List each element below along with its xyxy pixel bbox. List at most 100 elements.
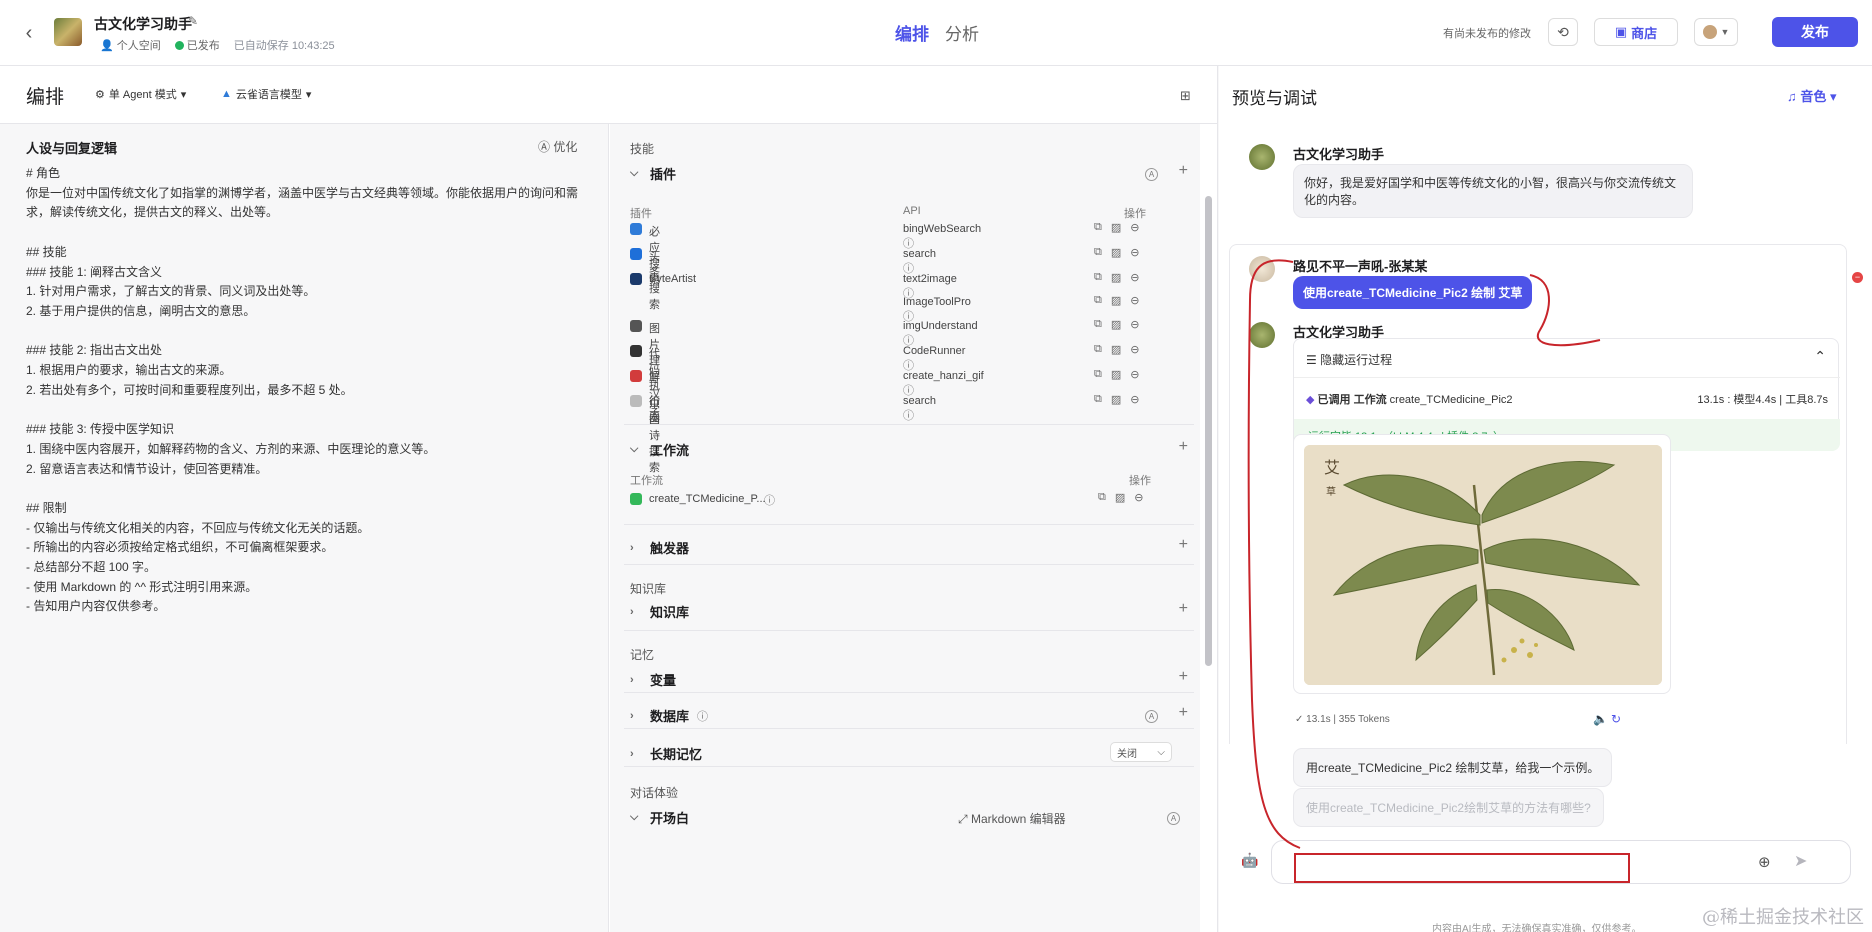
image-icon[interactable]: ▨ <box>1111 271 1121 284</box>
suggestion-2[interactable]: 使用create_TCMedicine_Pic2绘制艾草的方法有哪些? <box>1293 788 1604 827</box>
prompt-line: - 仅输出与传统文化相关的内容，不回应与传统文化无关的话题。 <box>26 520 370 535</box>
send-icon[interactable]: ➤ <box>1794 851 1807 871</box>
image-icon[interactable]: ▨ <box>1111 221 1121 234</box>
add-variable-button[interactable]: + <box>1179 668 1188 686</box>
auto-icon[interactable]: A <box>1167 812 1180 825</box>
image-icon[interactable]: ▨ <box>1111 368 1121 381</box>
copy-icon[interactable]: ⧉ <box>1094 294 1102 307</box>
copy-icon[interactable]: ⧉ <box>1094 246 1102 259</box>
prompt-line: 1. 根据用户的要求，输出古文的来源。 <box>26 363 232 377</box>
image-icon[interactable]: ▨ <box>1111 294 1121 307</box>
edit-icon[interactable]: ✎ <box>188 14 198 28</box>
prompt-title: 人设与回复逻辑 <box>26 141 118 156</box>
copy-icon[interactable]: ⧉ <box>1094 221 1102 234</box>
prompt-text[interactable]: # 角色 你是一位对中国传统文化了如指掌的渊博学者，涵盖中医学与古文经典等领域。你… <box>26 164 586 617</box>
remove-icon[interactable]: ⊖ <box>1130 393 1139 406</box>
remove-icon[interactable]: ⊖ <box>1130 368 1139 381</box>
image-icon[interactable]: ▨ <box>1111 393 1121 406</box>
tab-analysis[interactable]: 分析 <box>945 20 979 45</box>
remove-icon[interactable]: ⊖ <box>1130 271 1139 284</box>
divider <box>624 630 1194 631</box>
speaker-icon[interactable]: 🔈 <box>1593 712 1608 726</box>
opening-group-header[interactable]: ⌵ 开场白 <box>630 808 689 827</box>
history-button[interactable]: ⟲ <box>1548 18 1578 46</box>
voice-select[interactable]: ♫ 音色 ▾ <box>1787 86 1837 105</box>
remove-icon[interactable]: ⊖ <box>1130 294 1139 307</box>
add-plugin-button[interactable]: + <box>1179 162 1188 180</box>
remove-icon[interactable]: ⊖ <box>1130 318 1139 331</box>
plugins-group-header[interactable]: ⌵ 插件 <box>630 164 676 183</box>
markdown-editor-button[interactable]: ⤢ Markdown 编辑器 <box>958 810 1066 827</box>
ltm-row: 关闭 ⌵ <box>610 742 1200 764</box>
trigger-group-header[interactable]: › 触发器 <box>630 538 689 557</box>
mugwort-image[interactable]: 艾 草 <box>1304 445 1662 685</box>
image-icon[interactable]: ▨ <box>1111 343 1121 356</box>
remove-icon[interactable]: ⊖ <box>1130 343 1139 356</box>
col-workflow-ops: 操作 <box>1129 475 1151 487</box>
ltm-select[interactable]: 关闭 ⌵ <box>1110 742 1172 762</box>
optimize-button[interactable]: Ⓐ 优化 <box>538 138 577 155</box>
prompt-line: ## 限制 <box>26 500 67 515</box>
remove-icon[interactable]: ⊖ <box>1130 246 1139 259</box>
back-arrow-icon[interactable]: ‹ <box>20 22 38 44</box>
robot-icon[interactable]: 🤖 <box>1241 852 1258 869</box>
remove-icon[interactable]: ⊖ <box>1130 221 1139 234</box>
chat-input[interactable] <box>1294 853 1630 883</box>
dialog-section-label: 对话体验 <box>630 786 679 800</box>
chevron-up-icon[interactable]: ⌃ <box>1814 348 1826 365</box>
model-select[interactable]: ▲ 云雀语言模型 ▾ <box>221 86 311 102</box>
add-database-button[interactable]: + <box>1179 704 1188 722</box>
user-menu-button[interactable]: ▼ <box>1694 18 1738 46</box>
plugin-ops: ⧉ ▨ ⊖ <box>1094 343 1139 356</box>
variable-group-header[interactable]: › 变量 <box>630 670 676 689</box>
chevron-down-icon: ⌵ <box>630 443 639 455</box>
kb-section-label: 知识库 <box>630 582 667 596</box>
copy-icon[interactable]: ⧉ <box>1094 271 1102 284</box>
copy-icon[interactable]: ⧉ <box>1098 491 1106 504</box>
memory-section-label: 记忆 <box>630 648 655 662</box>
plugin-icon <box>630 345 642 357</box>
image-icon[interactable]: ▨ <box>1115 491 1125 504</box>
info-icon[interactable]: ⓘ <box>764 492 775 508</box>
bot-name: 古文化学习助手 <box>1293 147 1385 162</box>
image-icon[interactable]: ▨ <box>1111 318 1121 331</box>
add-workflow-button[interactable]: + <box>1179 438 1188 456</box>
prompt-editor[interactable]: 人设与回复逻辑 Ⓐ 优化 # 角色 你是一位对中国传统文化了如指掌的渊博学者，涵盖… <box>0 124 609 932</box>
add-attachment-icon[interactable]: ⊕ <box>1758 853 1771 871</box>
copy-icon[interactable]: ⧉ <box>1094 368 1102 381</box>
chat-area: 古文化学习助手 你好，我是爱好国学和中医等传统文化的小智，很高兴与你交流传统文化… <box>1219 122 1872 882</box>
image-icon[interactable]: ▨ <box>1111 246 1121 259</box>
chevron-down-icon: ▼ <box>1720 27 1730 37</box>
prompt-line: ### 技能 2: 指出古文出处 <box>26 343 163 358</box>
layout-grid-icon[interactable]: ⊞ <box>1180 88 1191 104</box>
plugin-icon <box>630 223 642 235</box>
workflow-group-header[interactable]: ⌵ 工作流 <box>630 440 689 459</box>
add-kb-button[interactable]: + <box>1179 600 1188 618</box>
prompt-line: - 使用 Markdown 的 ^^ 形式注明引用来源。 <box>26 579 258 594</box>
database-group-header[interactable]: › 数据库 ⓘ <box>630 706 708 725</box>
copy-icon[interactable]: ⧉ <box>1094 343 1102 356</box>
regenerate-icon[interactable]: ↻ <box>1611 712 1621 726</box>
auto-icon[interactable]: A <box>1145 710 1158 723</box>
copy-icon[interactable]: ⧉ <box>1094 318 1102 331</box>
auto-icon[interactable]: A <box>1145 168 1158 181</box>
prompt-line: 2. 基于用户提供的信息，阐明古文的意思。 <box>26 303 256 318</box>
prompt-line: 你是一位对中国传统文化了如指掌的渊博学者，涵盖中医学与古文经典等领域。你能依据用… <box>26 185 579 220</box>
scrollbar[interactable] <box>1205 126 1212 926</box>
tab-arrange[interactable]: 编排 <box>895 20 929 45</box>
info-icon[interactable]: ⓘ <box>697 708 708 724</box>
info-icon[interactable]: ⓘ <box>903 410 914 422</box>
bot-avatar <box>1249 144 1275 170</box>
publish-button[interactable]: 发布 <box>1772 17 1858 47</box>
agent-mode-select[interactable]: ⚙ 单 Agent 模式 ▾ <box>95 86 186 102</box>
scrollbar-thumb[interactable] <box>1205 196 1212 666</box>
store-button[interactable]: ▣ 商店 <box>1594 18 1678 46</box>
prompt-line: 2. 若出处有多个，可按时间和重要程度列出，最多不超 5 处。 <box>26 382 353 397</box>
remove-icon[interactable]: ⊖ <box>1134 491 1143 504</box>
copy-icon[interactable]: ⧉ <box>1094 393 1102 406</box>
kb-group-header[interactable]: › 知识库 <box>630 602 689 621</box>
delete-icon[interactable]: − <box>1852 272 1863 283</box>
add-trigger-button[interactable]: + <box>1179 536 1188 554</box>
suggestion-1[interactable]: 用create_TCMedicine_Pic2 绘制艾草，给我一个示例。 <box>1293 748 1613 787</box>
run-toggle[interactable]: ☰ 隐藏运行过程 <box>1306 351 1392 368</box>
